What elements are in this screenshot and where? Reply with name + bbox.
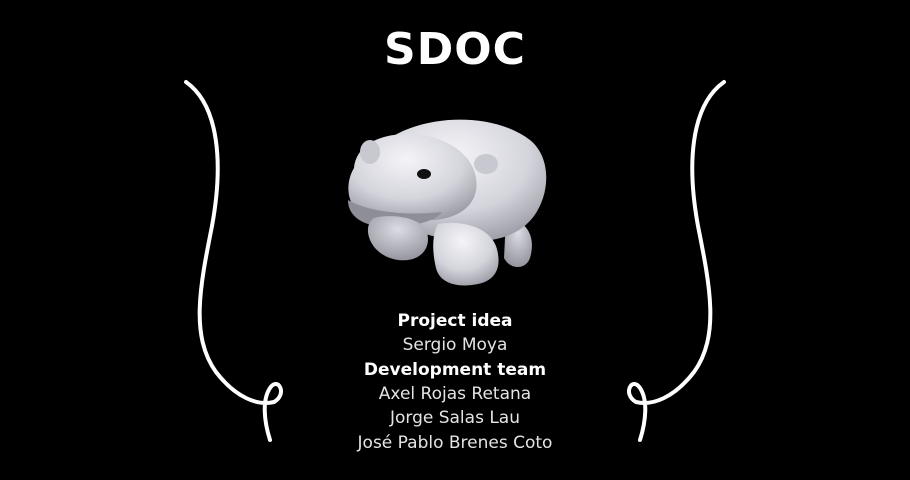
credit-name: Sergio Moya	[402, 335, 508, 355]
credit-name: Jorge Salas Lau	[389, 408, 521, 428]
app-title: SDOC	[384, 24, 526, 75]
development-team-heading: Development team	[363, 359, 547, 380]
project-idea-heading: Project idea	[397, 311, 513, 331]
credit-name: José Pablo Brenes Coto	[357, 432, 553, 453]
credits-section: Project idea Sergio Moya Development tea…	[0, 309, 910, 455]
credit-name: Axel Rojas Retana	[378, 383, 532, 404]
polar-bear-mascot-icon	[348, 119, 547, 286]
